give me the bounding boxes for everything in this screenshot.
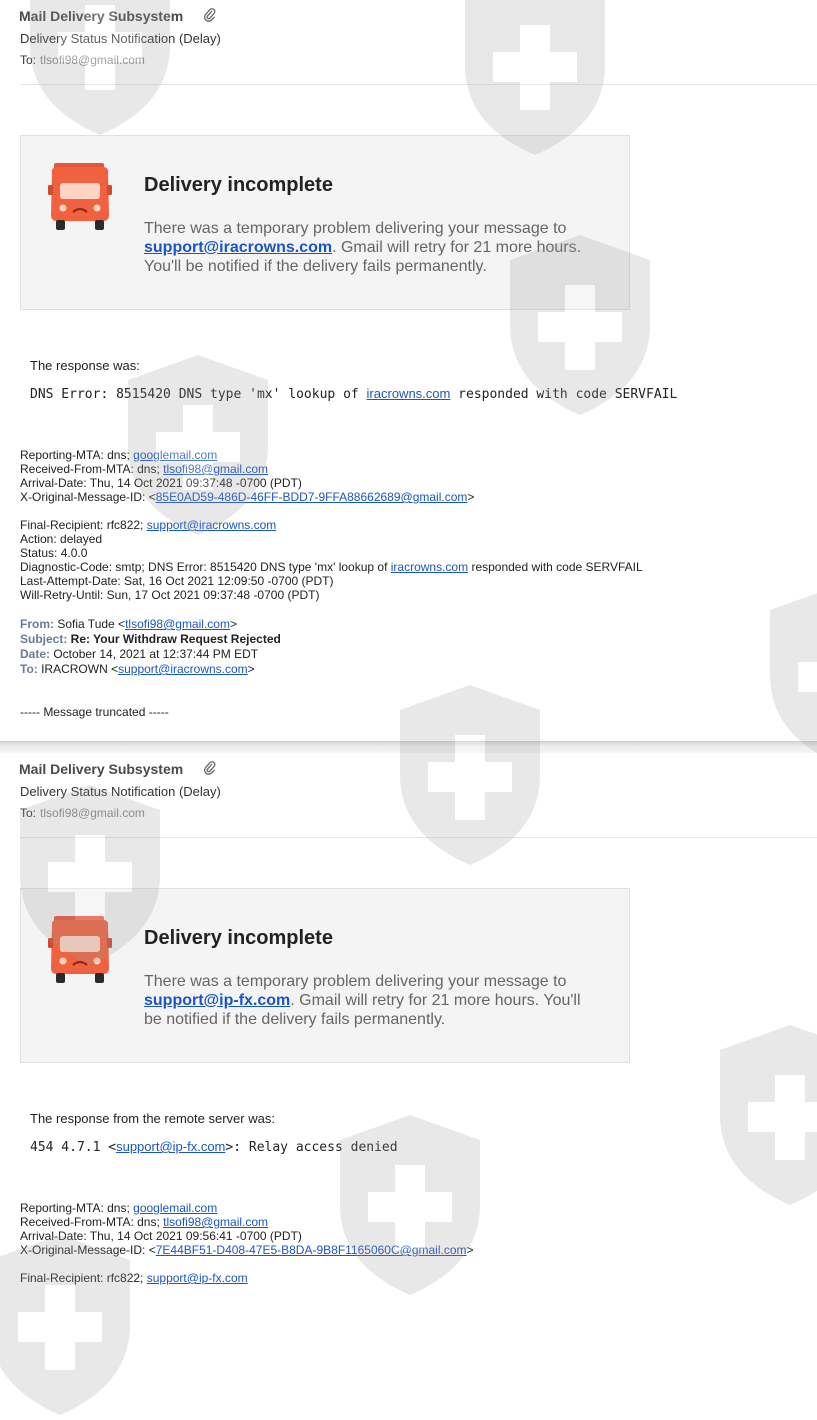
header-text: > [467,490,475,504]
to-label: To: [20,53,37,67]
email-message-2: Mail Delivery Subsystem Delivery Status … [0,753,817,1293]
orig-subject-text: Re: Your Withdraw Request Rejected [67,632,281,646]
diagnostic-domain-link[interactable]: iracrowns.com [391,560,468,574]
response-text-2: >: Relay access denied [225,1140,398,1155]
header-divider [20,84,817,85]
response-text-2: responded with code SERVFAIL [450,387,678,402]
truncated-notice: ----- Message truncated ----- [20,705,169,719]
recipient-link[interactable]: support@ip-fx.com [144,992,290,1009]
card-message: There was a temporary problem delivering… [144,219,594,276]
delivery-headers: Reporting-MTA: dns; googlemail.com Recei… [20,448,643,602]
last-attempt-date: Last-Attempt-Date: Sat, 16 Oct 2021 12:0… [20,574,334,588]
diagnostic-code: Diagnostic-Code: smtp; DNS Error: 851542… [20,560,643,574]
paperclip-icon[interactable] [203,8,216,25]
status: Status: 4.0.0 [20,546,88,560]
header-label: Reporting-MTA: dns; [20,1201,134,1215]
paperclip-icon[interactable] [203,761,216,778]
email-subject: Delivery Status Notification (Delay) [20,31,221,46]
received-from-mta: Received-From-MTA: dns; tlsofi98@gmail.c… [20,462,643,476]
to-label: To: [20,806,37,820]
header-label: X-Original-Message-ID: < [20,490,156,504]
response-text: 454 4.7.1 < [30,1140,117,1155]
email-subject: Delivery Status Notification (Delay) [20,784,221,799]
date-label: Date: [20,647,51,661]
recipient-address[interactable]: tlsofi98@gmail.com [40,53,145,67]
original-message-headers: From: Sofia Tude <tlsofi98@gmail.com> Su… [20,617,281,677]
card-title: Delivery incomplete [144,927,333,949]
header-divider [20,837,817,838]
orig-date: Date: October 14, 2021 at 12:37:44 PM ED… [20,647,281,662]
sender-name[interactable]: Mail Delivery Subsystem [19,761,183,777]
sad-truck-icon [48,916,112,984]
delivery-headers: Reporting-MTA: dns; googlemail.com Recei… [20,1201,474,1285]
sad-truck-icon [48,163,112,231]
from-name: Sofia Tude < [54,617,126,631]
message-id-link[interactable]: 85E0AD59-486D-46FF-BDD7-9FFA88662689@gma… [156,490,468,504]
final-recipient: Final-Recipient: rfc822; support@iracrow… [20,518,643,532]
reporting-mta: Reporting-MTA: dns; googlemail.com [20,1201,474,1215]
recipient-address-link[interactable]: support@ip-fx.com [116,1139,225,1154]
from-address-link[interactable]: tlsofi98@gmail.com [125,617,230,631]
orig-to: To: IRACROWN <support@iracrowns.com> [20,662,281,677]
sender-name[interactable]: Mail Delivery Subsystem [19,8,183,24]
response-code: DNS Error: 8515420 DNS type 'mx' lookup … [30,386,677,402]
email-message-1: Mail Delivery Subsystem Delivery Status … [0,0,817,741]
response-code: 454 4.7.1 <support@ip-fx.com>: Relay acc… [30,1139,398,1155]
delivery-status-card: Delivery incomplete There was a temporar… [20,135,630,310]
header-label: Final-Recipient: rfc822; [20,1271,147,1285]
header-text: > [466,1243,474,1257]
arrival-date: Arrival-Date: Thu, 14 Oct 2021 09:56:41 … [20,1229,302,1243]
orig-from: From: Sofia Tude <tlsofi98@gmail.com> [20,617,281,632]
recipient-line: To: tlsofi98@gmail.com [20,806,145,820]
x-original-message-id: X-Original-Message-ID: <85E0AD59-486D-46… [20,490,643,504]
response-intro: The response from the remote server was: [30,1111,275,1126]
card-title: Delivery incomplete [144,174,333,196]
received-from-link[interactable]: tlsofi98@gmail.com [163,462,268,476]
to-address-link[interactable]: support@iracrowns.com [118,662,248,676]
header-label: Diagnostic-Code: smtp; DNS Error: 851542… [20,560,391,574]
final-recipient-link[interactable]: support@iracrowns.com [147,518,277,532]
subject-label: Subject: [20,632,68,646]
response-intro: The response was: [30,358,140,373]
domain-link[interactable]: iracrowns.com [367,386,451,401]
orig-subject: Subject: Re: Your Withdraw Request Rejec… [20,632,281,647]
header-label: Received-From-MTA: dns; [20,462,164,476]
header-text: responded with code SERVFAIL [468,560,643,574]
header-text: > [229,617,237,631]
final-recipient: Final-Recipient: rfc822; support@ip-fx.c… [20,1271,474,1285]
header-label: Final-Recipient: rfc822; [20,518,147,532]
header-text: > [247,662,255,676]
header-label: X-Original-Message-ID: < [20,1243,156,1257]
card-message-text: There was a temporary problem delivering… [144,973,567,990]
received-from-link[interactable]: tlsofi98@gmail.com [163,1215,268,1229]
header-label: Reporting-MTA: dns; [20,448,134,462]
reporting-mta-link[interactable]: googlemail.com [133,1201,217,1215]
x-original-message-id: X-Original-Message-ID: <7E44BF51-D408-47… [20,1243,474,1257]
arrival-date: Arrival-Date: Thu, 14 Oct 2021 09:37:48 … [20,476,302,490]
recipient-link[interactable]: support@iracrowns.com [144,239,332,256]
card-message-text: There was a temporary problem delivering… [144,220,567,237]
reporting-mta-link[interactable]: googlemail.com [133,448,217,462]
reporting-mta: Reporting-MTA: dns; googlemail.com [20,448,643,462]
will-retry-until: Will-Retry-Until: Sun, 17 Oct 2021 09:37… [20,588,320,602]
header-label: Received-From-MTA: dns; [20,1215,164,1229]
from-label: From: [20,617,54,631]
to-name: IRACROWN < [37,662,119,676]
message-id-link[interactable]: 7E44BF51-D408-47E5-B8DA-9B8F1165060C@gma… [156,1243,467,1257]
card-message: There was a temporary problem delivering… [144,972,594,1029]
received-from-mta: Received-From-MTA: dns; tlsofi98@gmail.c… [20,1215,474,1229]
response-text: DNS Error: 8515420 DNS type 'mx' lookup … [30,387,367,402]
orig-date-text: October 14, 2021 at 12:37:44 PM EDT [50,647,259,661]
to-label: To: [20,662,38,676]
recipient-line: To: tlsofi98@gmail.com [20,53,145,67]
delivery-status-card: Delivery incomplete There was a temporar… [20,888,630,1063]
recipient-address[interactable]: tlsofi98@gmail.com [40,806,145,820]
action: Action: delayed [20,532,103,546]
final-recipient-link[interactable]: support@ip-fx.com [147,1271,248,1285]
